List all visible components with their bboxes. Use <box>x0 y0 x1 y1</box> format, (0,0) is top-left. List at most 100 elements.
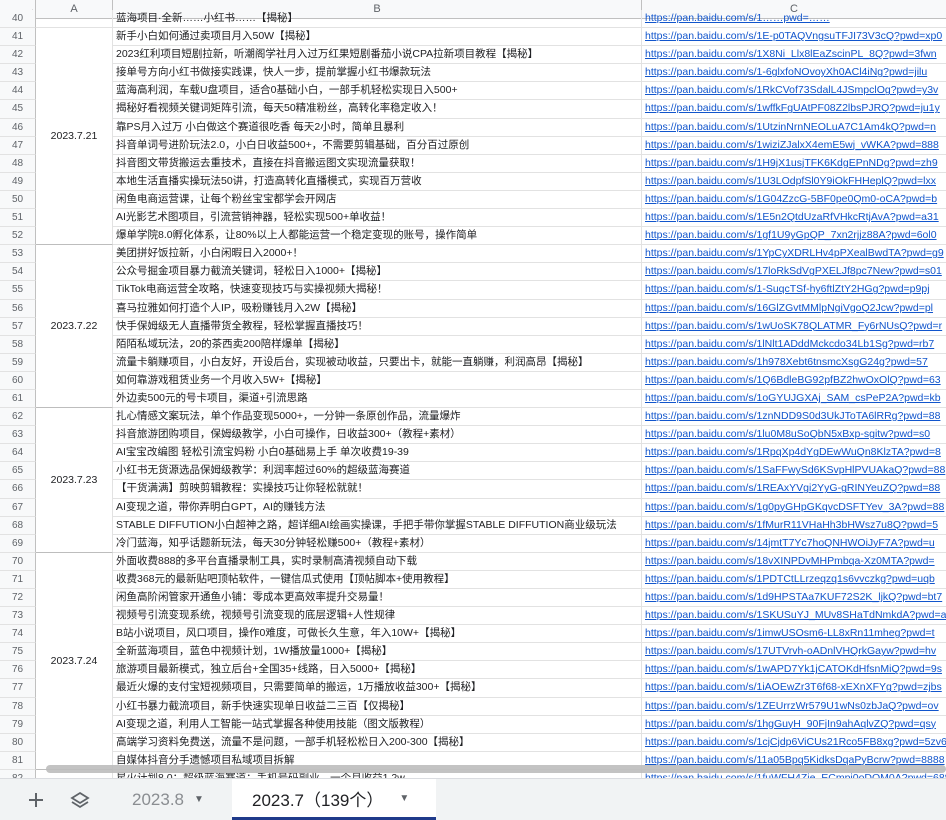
tab-2023-8[interactable]: 2023.8 ▼ <box>112 779 224 820</box>
tab-2023-7[interactable]: 2023.7（139个） ▼ <box>232 779 436 820</box>
row-number[interactable]: 45 <box>0 100 36 119</box>
cell-c-link[interactable]: https://pan.baidu.com/s/14jmtT7Yc7hoQNHW… <box>642 535 946 553</box>
cell-b-title[interactable]: 冷门蓝海，知乎话题新玩法，每天30分钟轻松赚500+（教程+素材） <box>113 534 642 553</box>
cell-b-title[interactable]: 靠PS月入过万 小白做这个赛道很吃香 每天2小时，简单且暴利 <box>113 118 642 137</box>
cell-c-link[interactable]: https://pan.baidu.com/s/1lNlt1ADddMckcdo… <box>642 336 946 354</box>
cell-c-link[interactable]: https://pan.baidu.com/s/1znNDD9S0d3UkJTo… <box>642 408 946 427</box>
row-number[interactable]: 76 <box>0 661 36 680</box>
cell-c-link[interactable]: https://pan.baidu.com/s/1hgGuyH_90FjIn9a… <box>642 716 946 734</box>
cell-b-title[interactable]: AI变现之道，利用人工智能一站式掌握各种使用技能（图文版教程） <box>113 715 642 734</box>
cell-c-link[interactable]: https://pan.baidu.com/s/1fMurR11VHaHh3bH… <box>642 517 946 535</box>
cell-b-title[interactable]: 扎心情感文案玩法，单个作品变现5000+，一分钟一条原创作品，流量爆炸 <box>113 408 642 427</box>
row-number[interactable]: 60 <box>0 371 36 390</box>
row-number[interactable]: 42 <box>0 46 36 65</box>
cell-c-link[interactable]: https://pan.baidu.com/s/1lu0M8uSoQbN5xBx… <box>642 426 946 445</box>
row-number[interactable]: 43 <box>0 64 36 83</box>
row-number[interactable]: 53 <box>0 245 36 264</box>
cell-b-title[interactable]: 接单号方向小红书做接实践课，快人一步，提前掌握小红书爆款玩法 <box>113 64 642 83</box>
row-number[interactable]: 77 <box>0 679 36 698</box>
row-number[interactable]: 66 <box>0 480 36 499</box>
spreadsheet-grid[interactable]: A B C 40 蓝海项目·全新……小红书……【揭秘】 https://pan.ba… <box>0 0 946 778</box>
cell-c-link[interactable]: https://pan.baidu.com/s/1iAOEwZr3T6f68-x… <box>642 679 946 698</box>
row-number[interactable]: 68 <box>0 516 36 535</box>
cell-c-link[interactable]: https://pan.baidu.com/s/1wffkFgUAtPF08Z2… <box>642 100 946 119</box>
cell-b-title[interactable]: 视频号引流变现系统，视频号引流变现的底层逻辑+人性规律 <box>113 607 642 626</box>
cell-c-link[interactable]: https://pan.baidu.com/s/1RpqXp4dYgDEwWuQ… <box>642 444 946 463</box>
row-number[interactable]: 65 <box>0 462 36 481</box>
cell-b-title[interactable]: 快手保姆级无人直播带货全教程，轻松掌握直播技巧！ <box>113 317 642 336</box>
row-number[interactable]: 57 <box>0 317 36 336</box>
row-number[interactable]: 71 <box>0 570 36 589</box>
cell-c-link[interactable]: https://pan.baidu.com/s/1RkCVof73SdalL4J… <box>642 82 946 101</box>
cell-b-title[interactable]: 爆单学院8.0孵化体系，让80%以上人都能运营一个稳定变现的账号，操作简单 <box>113 227 642 246</box>
row-number[interactable]: 61 <box>0 389 36 409</box>
cell-b-title[interactable]: 旅游项目最新模式，独立后台+全国35+线路，日入5000+【揭秘】 <box>113 661 642 680</box>
cell-b-title[interactable]: AI光影艺术图项目，引流营销神器，轻松实现500+单收益！ <box>113 209 642 228</box>
cell-c-link[interactable]: https://pan.baidu.com/s/1-SuqcTSf-hy6ftl… <box>642 281 946 300</box>
cell-c-link[interactable]: https://pan.baidu.com/s/1E5n2QtdUzaRfVHk… <box>642 209 946 228</box>
row-number[interactable]: 41 <box>0 28 36 47</box>
cell-b-title[interactable]: 本地生活直播实操玩法50讲，打造高转化直播模式，实现百万营收 <box>113 172 642 191</box>
cell-b-title[interactable]: 公众号掘金项目暴力截流关键词，轻松日入1000+【揭秘】 <box>113 263 642 282</box>
cell-c-link[interactable]: https://pan.baidu.com/s/1-6glxfoNOvoyXh0… <box>642 64 946 83</box>
cell-b-title[interactable]: 全新蓝海项目，蓝色中视频计划，1W播放量1000+【揭秘】 <box>113 643 642 662</box>
row-number[interactable]: 54 <box>0 263 36 282</box>
row-number[interactable]: 69 <box>0 534 36 553</box>
cell-c-link[interactable]: https://pan.baidu.com/s/1E-p0TAQVngsuTFJ… <box>642 28 946 47</box>
date-merged-cell[interactable]: 2023.7.22 <box>36 245 113 409</box>
cell-c-link[interactable]: https://pan.baidu.com/s/1U3LOdpfSl0Y9iOk… <box>642 173 946 191</box>
cell-c-link[interactable]: https://pan.baidu.com/s/1SKUSuYJ_MUv8SHa… <box>642 607 946 626</box>
cell-c-link[interactable]: https://pan.baidu.com/s/1G04ZzcG-5BF0pe0… <box>642 191 946 210</box>
date-merged-cell[interactable]: 2023.7.23 <box>36 408 113 553</box>
cell-c-link[interactable]: https://pan.baidu.com/s/17UTVrvh-oADnlVH… <box>642 643 946 662</box>
cell-b-title[interactable]: AI变现之道，带你弄明白GPT，AI的赚钱方法 <box>113 498 642 517</box>
row-number[interactable]: 40 <box>0 10 36 29</box>
row-number[interactable]: 72 <box>0 589 36 608</box>
row-number[interactable]: 44 <box>0 82 36 101</box>
cell-b-title[interactable]: 流量卡躺赚项目，小白友好，开设后台，实现被动收益，只要出卡，就能一直躺赚，利润高… <box>113 353 642 372</box>
cell-b-title[interactable]: 外边卖500元的号卡项目，渠道+引流思路 <box>113 389 642 409</box>
cell-b-title[interactable]: 小红书无货源选品保姆级教学：利润率超过60%的超级蓝海赛道 <box>113 462 642 481</box>
date-merged-cell[interactable]: 2023.7.21 <box>36 28 113 246</box>
cell-c-link[interactable]: https://pan.baidu.com/s/1PDTCtLLrzeqzq1s… <box>642 571 946 589</box>
cell-b-title[interactable]: 喜马拉雅如何打造个人IP，吸粉赚钱月入2W【揭秘】 <box>113 299 642 318</box>
cell-b-title[interactable]: 高端学习资料免费送，流量不是问题，一部手机轻松松日入200-300【揭秘】 <box>113 733 642 752</box>
cell-b-title[interactable]: 抖音单词号进阶玩法2.0，小白日收益500+，不需要剪辑基础，百分百过原创 <box>113 136 642 155</box>
cell-c-link[interactable]: https://pan.baidu.com/s/1SaFFwySd6KSvpHl… <box>642 462 946 481</box>
layers-icon[interactable] <box>66 787 94 813</box>
cell-c-link[interactable]: https://pan.baidu.com/s/17loRkSdVgPXELJf… <box>642 263 946 282</box>
cell-b-title[interactable]: 【干货满满】剪映剪辑教程：实操技巧让你轻松就就！ <box>113 480 642 499</box>
cell-c-link[interactable]: https://pan.baidu.com/s/1wiziZJalxX4emE5… <box>642 137 946 155</box>
cell-c-link[interactable]: https://pan.baidu.com/s/1oGYUJGXAj_SAM_c… <box>642 390 946 409</box>
cell-b-title[interactable]: 新手小白如何通过卖项目月入50W【揭秘】 <box>113 28 642 47</box>
plus-icon[interactable] <box>22 787 50 813</box>
cell-c-link[interactable]: https://pan.baidu.com/s/1YpCyXDRLHv4pPXe… <box>642 245 946 264</box>
cell-c-link[interactable]: https://pan.baidu.com/s/1UtzinNrnNEOLuA7… <box>642 119 946 137</box>
cell-c-link[interactable]: https://pan.baidu.com/s/18vXINPDvMHPmbqa… <box>642 553 946 571</box>
row-number[interactable]: 80 <box>0 733 36 752</box>
row-number[interactable]: 75 <box>0 643 36 662</box>
cell-c-link[interactable]: https://pan.baidu.com/s/1wUoSK78QLATMR_F… <box>642 318 946 336</box>
cell-b-title[interactable]: TikTok电商运营全攻略，快速变现技巧与实操视频大揭秘！ <box>113 281 642 300</box>
row-number[interactable]: 67 <box>0 498 36 517</box>
chevron-down-icon[interactable]: ▼ <box>194 794 204 805</box>
cell-c-link[interactable]: https://pan.baidu.com/s/1ZEUrrzWr579U1wN… <box>642 698 946 716</box>
cell-c-link[interactable]: https://pan.baidu.com/s/16GlZGvtMMlpNgiV… <box>642 300 946 318</box>
cell-b-title[interactable]: 揭秘好看视频关键词矩阵引流，每天50精准粉丝，高转化率稳定收入！ <box>113 100 642 119</box>
row-number[interactable]: 79 <box>0 715 36 734</box>
cell-c-link[interactable]: https://pan.baidu.com/s/1X8Ni_Llx8lEaZsc… <box>642 46 946 65</box>
cell-b-title[interactable]: 陌陌私域玩法，20的茶西卖200陪样爆单【揭秘】 <box>113 335 642 354</box>
cell-b-title[interactable]: B站小说项目，风口项目，操作0难度，可做长久生意，年入10W+【揭秘】 <box>113 625 642 644</box>
cell-c-link[interactable]: https://pan.baidu.com/s/1H9jX1usjTFK6Kdg… <box>642 155 946 173</box>
cell-c-link[interactable]: https://pan.baidu.com/s/1REAxYVgi2YyG-gR… <box>642 480 946 499</box>
cell-b-title[interactable]: 最近火爆的支付宝短视频项目，只需要简单的搬运，1万播放收益300+【揭秘】 <box>113 679 642 698</box>
row-number[interactable]: 70 <box>0 552 36 571</box>
row-number[interactable]: 64 <box>0 444 36 463</box>
cell-b-title[interactable]: 闲鱼高阶闲管家开通鱼小铺：零成本更高效率提升交易量！ <box>113 589 642 608</box>
cell-c-link[interactable]: https://pan.baidu.com/s/1……pwd=…… <box>642 10 946 29</box>
cell-c-link[interactable]: https://pan.baidu.com/s/1d9HPSTAa7KUF72S… <box>642 589 946 608</box>
row-number[interactable]: 55 <box>0 281 36 300</box>
cell-b-title[interactable]: 外面收费888的多平台直播录制工具，实时录制高清视频自动下载 <box>113 552 642 571</box>
cell-b-title[interactable]: 小红书暴力截流项目，新手快速实现单日收益二三百【仅揭秘】 <box>113 697 642 716</box>
date-merged-cell[interactable]: 2023.7.24 <box>36 553 113 771</box>
